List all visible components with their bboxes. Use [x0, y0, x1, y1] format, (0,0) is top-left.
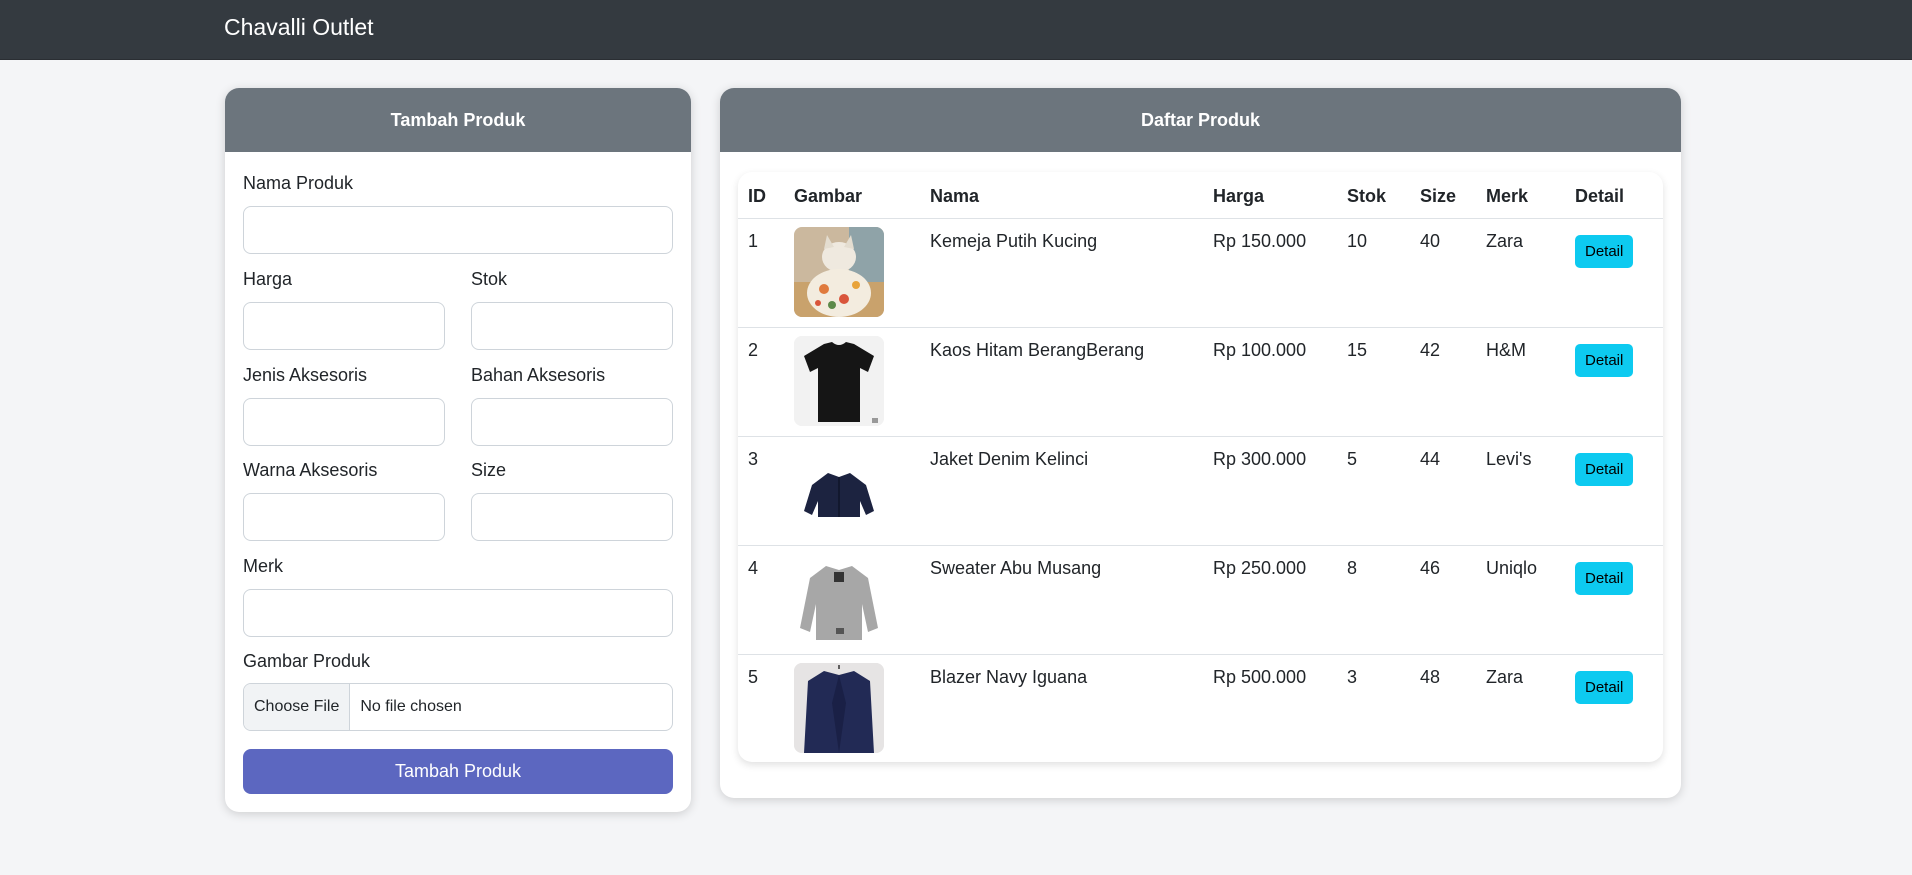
add-product-header: Tambah Produk	[225, 88, 691, 152]
cell-stok: 8	[1337, 545, 1410, 655]
col-header-gambar: Gambar	[784, 172, 920, 219]
cell-merk: Zara	[1486, 666, 1524, 687]
col-header-stok: Stok	[1337, 172, 1410, 219]
cell-merk: Levi's	[1476, 436, 1565, 546]
product-list-header: Daftar Produk	[720, 88, 1681, 152]
stok-input[interactable]	[471, 302, 673, 350]
cell-stok: 15	[1337, 327, 1410, 437]
cell-stok: 3	[1347, 666, 1358, 687]
col-header-nama: Nama	[920, 172, 1203, 219]
merk-label: Merk	[243, 556, 283, 576]
add-product-card: Tambah Produk Nama Produk Harga Stok Jen…	[225, 88, 691, 812]
cell-nama: Blazer Navy Iguana	[930, 666, 1088, 687]
jenis-aksesoris-label: Jenis Aksesoris	[243, 365, 368, 385]
navbar: Chavalli Outlet	[0, 0, 1912, 60]
cell-harga: Rp 300.000	[1203, 436, 1337, 546]
detail-button[interactable]: Detail	[1575, 670, 1634, 704]
table-header-row: ID Gambar Nama Harga Stok Size Merk Deta…	[738, 172, 1663, 219]
merk-input[interactable]	[243, 589, 673, 637]
cell-nama: Jaket Denim Kelinci	[920, 436, 1203, 546]
detail-button[interactable]: Detail	[1575, 452, 1634, 486]
cell-harga: Rp 250.000	[1203, 545, 1337, 655]
brand-link[interactable]: Chavalli Outlet	[224, 14, 374, 41]
cell-id: 3	[738, 436, 784, 546]
col-header-harga: Harga	[1203, 172, 1337, 219]
product-image-denim-jacket	[794, 444, 884, 535]
tambah-produk-button[interactable]: Tambah Produk	[243, 749, 673, 794]
gambar-produk-file-input[interactable]: Choose File No file chosen	[243, 683, 673, 731]
cell-nama: Kemeja Putih Kucing	[920, 218, 1203, 328]
product-image-cat-shirt	[794, 226, 884, 317]
product-image-black-tshirt	[794, 335, 884, 426]
col-header-size: Size	[1410, 172, 1476, 219]
cell-stok: 10	[1337, 218, 1410, 328]
cell-merk: H&M	[1476, 327, 1565, 437]
cell-harga: Rp 100.000	[1203, 327, 1337, 437]
jenis-aksesoris-input[interactable]	[243, 398, 445, 446]
cell-id: 1	[738, 218, 784, 328]
nama-produk-input[interactable]	[243, 206, 673, 254]
nama-produk-label: Nama Produk	[243, 173, 354, 193]
product-table-wrapper: ID Gambar Nama Harga Stok Size Merk Deta…	[738, 172, 1663, 762]
size-label: Size	[471, 460, 507, 480]
table-row: 2 Kaos Hitam BerangBerang Rp 100.000 15	[738, 327, 1663, 437]
gambar-produk-label: Gambar Produk	[243, 651, 371, 671]
cell-size: 42	[1410, 327, 1476, 437]
cell-id: 4	[738, 545, 784, 655]
choose-file-button[interactable]: Choose File	[244, 684, 351, 730]
cell-merk: Zara	[1476, 218, 1565, 328]
cell-merk: Uniqlo	[1476, 545, 1565, 655]
harga-input[interactable]	[243, 302, 445, 350]
col-header-merk: Merk	[1476, 172, 1565, 219]
harga-label: Harga	[243, 269, 293, 289]
warna-aksesoris-label: Warna Aksesoris	[243, 460, 378, 480]
cell-harga: Rp 150.000	[1203, 218, 1337, 328]
detail-button[interactable]: Detail	[1575, 561, 1634, 595]
product-table: ID Gambar Nama Harga Stok Size Merk Deta…	[738, 172, 1663, 762]
table-row: 3 Jaket Denim Kelinci Rp 300.000 5 44 Le…	[738, 436, 1663, 546]
cell-nama: Kaos Hitam BerangBerang	[920, 327, 1203, 437]
detail-button[interactable]: Detail	[1575, 343, 1634, 377]
table-row: 5 Blazer Navy Iguana Rp 500.000 3 48 Zar…	[738, 654, 1663, 762]
size-input[interactable]	[471, 493, 673, 541]
cell-id: 5	[748, 666, 759, 687]
bahan-aksesoris-input[interactable]	[471, 398, 673, 446]
bahan-aksesoris-label: Bahan Aksesoris	[471, 365, 606, 385]
col-header-detail: Detail	[1565, 172, 1663, 219]
stok-label: Stok	[471, 269, 508, 289]
cell-size: 44	[1410, 436, 1476, 546]
detail-button[interactable]: Detail	[1575, 234, 1634, 268]
product-image-grey-sweater	[794, 553, 884, 644]
add-product-form: Nama Produk Harga Stok Jenis Aksesoris B…	[225, 152, 691, 812]
cell-id: 2	[738, 327, 784, 437]
cell-nama: Sweater Abu Musang	[920, 545, 1203, 655]
warna-aksesoris-input[interactable]	[243, 493, 445, 541]
cell-size: 46	[1410, 545, 1476, 655]
cell-harga: Rp 500.000	[1213, 666, 1307, 687]
cell-size: 48	[1420, 666, 1441, 687]
table-row: 4 Sweater Abu Musang Rp 250.000 8 46 Uni…	[738, 545, 1663, 655]
cell-stok: 5	[1337, 436, 1410, 546]
table-row: 1 Kemeja Putih Kucing Rp 150.000 10 40 Z…	[738, 218, 1663, 328]
product-list-card: Daftar Produk ID Gambar Nama Harga Stok …	[720, 88, 1681, 798]
cell-size: 40	[1410, 218, 1476, 328]
product-image-navy-blazer	[794, 662, 884, 753]
col-header-id: ID	[738, 172, 784, 219]
file-status-text: No file chosen	[360, 698, 462, 715]
